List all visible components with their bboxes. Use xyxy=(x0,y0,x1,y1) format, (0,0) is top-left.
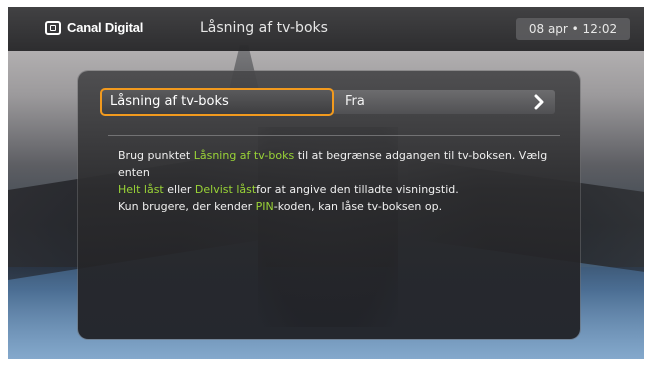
canal-digital-logo-icon xyxy=(45,20,61,35)
help-text-segment: Brug punktet xyxy=(118,149,194,162)
help-line-1: Brug punktet Låsning af tv-boks til at b… xyxy=(118,147,568,181)
setting-row-tv-box-lock[interactable]: Låsning af tv-boks Fra xyxy=(100,88,555,116)
brand-name: Canal Digital xyxy=(67,20,144,35)
help-text-segment: Kun brugere, der kender xyxy=(118,200,256,213)
chevron-right-icon[interactable] xyxy=(531,94,547,110)
help-line-2: Helt låst eller Delvist låstfor at angiv… xyxy=(118,181,568,198)
help-line-3: Kun brugere, der kender PIN-koden, kan l… xyxy=(118,198,568,215)
help-text: Brug punktet Låsning af tv-boks til at b… xyxy=(118,147,568,215)
help-text-segment: eller xyxy=(163,183,195,196)
date-time-display: 08 apr • 12:02 xyxy=(516,18,630,40)
page-title: Låsning af tv-boks xyxy=(200,20,328,36)
help-highlight-setting: Låsning af tv-boks xyxy=(193,149,295,162)
help-highlight-pin: PIN xyxy=(255,200,274,213)
help-highlight-full-lock: Helt låst xyxy=(118,183,164,196)
top-bar: Canal Digital Låsning af tv-boks 08 apr … xyxy=(8,7,644,51)
brand-logo: Canal Digital xyxy=(45,20,143,35)
divider xyxy=(108,135,560,136)
tv-screen: Canal Digital Låsning af tv-boks 08 apr … xyxy=(8,7,644,359)
setting-value[interactable]: Fra xyxy=(345,90,365,114)
help-text-segment: for at angive den tilladte visningstid. xyxy=(256,183,459,196)
setting-name-focused[interactable]: Låsning af tv-boks xyxy=(100,88,334,116)
settings-panel: Låsning af tv-boks Fra Brug punktet Låsn… xyxy=(78,71,580,339)
help-text-segment: -koden, kan låse tv-boksen op. xyxy=(273,200,443,213)
help-highlight-partial-lock: Delvist låst xyxy=(194,183,257,196)
